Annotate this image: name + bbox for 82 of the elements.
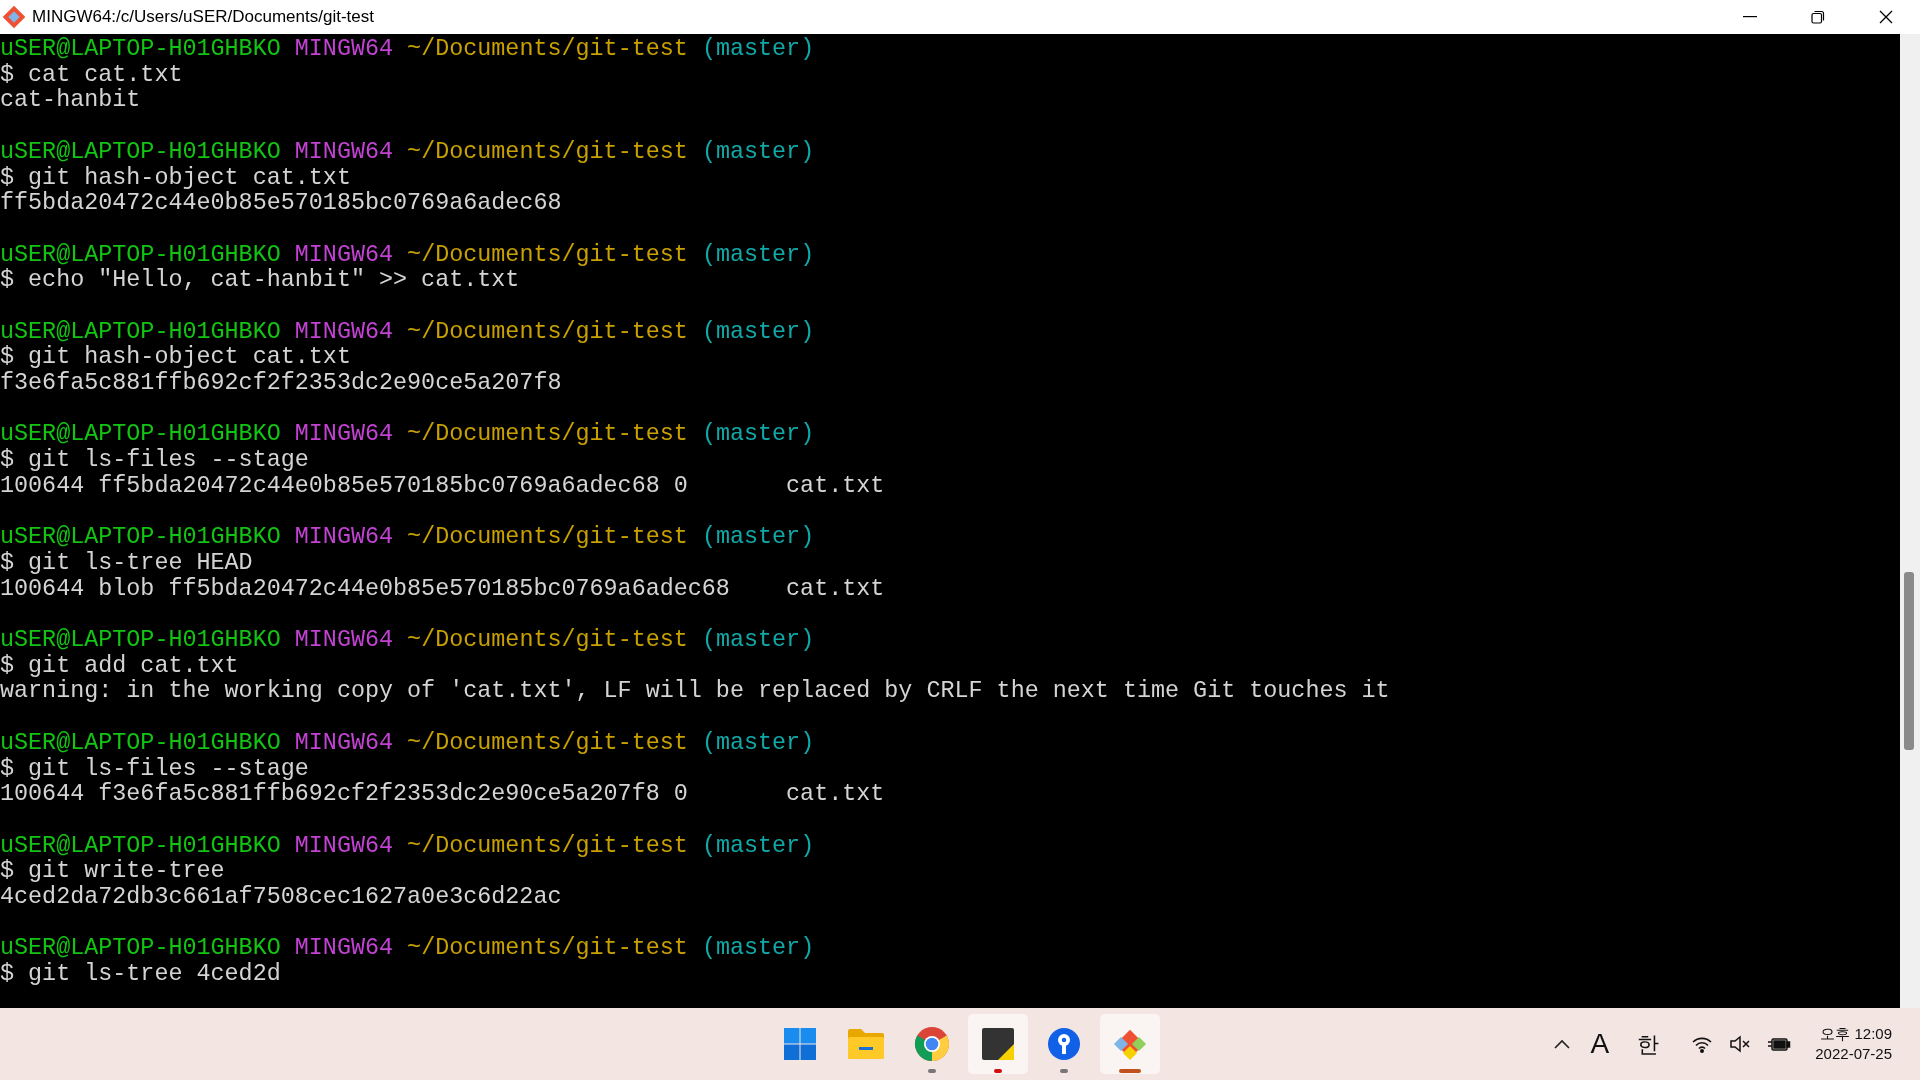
output-line: ff5bda20472c44e0b85e570185bc0769a6adec68 — [0, 190, 562, 217]
output-line: 100644 ff5bda20472c44e0b85e570185bc0769a6adec68 0 cat.txt — [0, 472, 885, 499]
command-line: $ git add cat.txt — [0, 652, 239, 679]
prompt-path: ~/Documents/git-test — [407, 36, 688, 62]
scrollbar-thumb[interactable] — [1904, 572, 1914, 750]
command-line: $ git write-tree — [0, 858, 225, 885]
prompt-system: MINGW64 — [294, 421, 394, 448]
prompt-user-host: uSER@LAPTOP-H01GHBKO — [0, 421, 281, 448]
prompt-branch: (master) — [701, 241, 815, 268]
wifi-icon[interactable] — [1691, 1035, 1714, 1053]
prompt-user-host: uSER@LAPTOP-H01GHBKO — [0, 729, 281, 756]
prompt-system: MINGW64 — [294, 524, 394, 551]
prompt-system: MINGW64 — [294, 36, 394, 62]
prompt-path: ~/Documents/git-test — [407, 318, 688, 345]
prompt-path: ~/Documents/git-test — [407, 524, 688, 551]
output-line: 4ced2da72db3c661af7508cec1627a0e3c6d22ac — [0, 884, 562, 911]
folder-icon — [847, 1027, 885, 1061]
command-line: $ git ls-files --stage — [0, 755, 309, 782]
prompt-user-host: uSER@LAPTOP-H01GHBKO — [0, 524, 281, 551]
command-line: $ git hash-object cat.txt — [0, 344, 351, 371]
output-line: 100644 f3e6fa5c881ffb692cf2f2353dc2e90ce5a207f8 0 cat.txt — [0, 781, 885, 808]
browser-icon — [914, 1026, 950, 1062]
clock-date[interactable]: 2022-07-25 — [1815, 1044, 1892, 1064]
command-line: $ git ls-tree 4ced2d — [0, 961, 281, 988]
prompt-system: MINGW64 — [294, 241, 394, 268]
output-line: f3e6fa5c881ffb692cf2f2353dc2e90ce5a207f8 — [0, 370, 562, 397]
keyhole-pin-icon — [1047, 1027, 1081, 1061]
output-line: cat-hanbit — [0, 87, 141, 114]
running-indicator — [1060, 1069, 1068, 1073]
command-line: $ git ls-tree HEAD — [0, 550, 253, 576]
input-mode-indicator[interactable]: A — [1586, 1023, 1614, 1065]
prompt-branch: (master) — [701, 627, 815, 654]
prompt-path: ~/Documents/git-test — [407, 138, 688, 165]
prompt-system: MINGW64 — [294, 318, 394, 345]
prompt-path: ~/Documents/git-test — [407, 935, 688, 962]
prompt-branch: (master) — [701, 832, 815, 859]
prompt-branch: (master) — [701, 729, 815, 756]
command-line: $ cat cat.txt — [0, 61, 183, 88]
prompt-user-host: uSER@LAPTOP-H01GHBKO — [0, 138, 281, 165]
prompt-user-host: uSER@LAPTOP-H01GHBKO — [0, 627, 281, 654]
windows-logo-icon — [782, 1026, 818, 1062]
prompt-branch: (master) — [701, 421, 815, 448]
minimize-icon — [1743, 16, 1757, 18]
prompt-user-host: uSER@LAPTOP-H01GHBKO — [0, 241, 281, 268]
prompt-system: MINGW64 — [294, 935, 394, 962]
battery-charging-icon[interactable] — [1767, 1035, 1792, 1053]
prompt-branch: (master) — [701, 138, 815, 165]
window-title: MINGW64:/c/Users/uSER/Documents/git-test — [32, 6, 374, 29]
prompt-user-host: uSER@LAPTOP-H01GHBKO — [0, 318, 281, 345]
prompt-user-host: uSER@LAPTOP-H01GHBKO — [0, 935, 281, 962]
chevron-up-icon[interactable] — [1552, 1038, 1571, 1050]
restore-icon — [1811, 10, 1825, 24]
prompt-path: ~/Documents/git-test — [407, 832, 688, 859]
prompt-system: MINGW64 — [294, 729, 394, 756]
prompt-user-host: uSER@LAPTOP-H01GHBKO — [0, 832, 281, 859]
input-language-indicator[interactable]: 한 — [1629, 1027, 1668, 1061]
prompt-user-host: uSER@LAPTOP-H01GHBKO — [0, 36, 281, 62]
prompt-path: ~/Documents/git-test — [407, 627, 688, 654]
scrollbar[interactable] — [1900, 34, 1920, 1008]
prompt-branch: (master) — [701, 935, 815, 962]
command-line: $ git hash-object cat.txt — [0, 164, 351, 191]
running-indicator — [994, 1069, 1002, 1073]
output-line: 100644 blob ff5bda20472c44e0b85e570185bc0769a6adec68 cat.txt — [0, 575, 885, 602]
output-line: warning: in the working copy of 'cat.txt', LF will be replaced by CRLF the next time Git touches it — [0, 678, 1390, 705]
running-indicator — [1119, 1069, 1141, 1073]
prompt-path: ~/Documents/git-test — [407, 241, 688, 268]
running-indicator — [928, 1069, 936, 1073]
prompt-system: MINGW64 — [294, 138, 394, 165]
prompt-path: ~/Documents/git-test — [407, 729, 688, 756]
taskbar-app-button[interactable] — [968, 1014, 1028, 1074]
prompt-path: ~/Documents/git-test — [407, 421, 688, 448]
muted-speaker-icon[interactable] — [1729, 1035, 1752, 1053]
sticky-note-icon — [981, 1027, 1015, 1061]
prompt-branch: (master) — [701, 318, 815, 345]
prompt-branch: (master) — [701, 524, 815, 551]
command-line: $ echo "Hello, cat-hanbit" >> cat.txt — [0, 267, 520, 294]
clock-time[interactable]: 오후 12:09 — [1820, 1024, 1892, 1044]
prompt-system: MINGW64 — [294, 627, 394, 654]
prompt-system: MINGW64 — [294, 832, 394, 859]
prompt-branch: (master) — [701, 36, 815, 62]
close-icon — [1879, 10, 1893, 24]
command-line: $ git ls-files --stage — [0, 447, 309, 474]
